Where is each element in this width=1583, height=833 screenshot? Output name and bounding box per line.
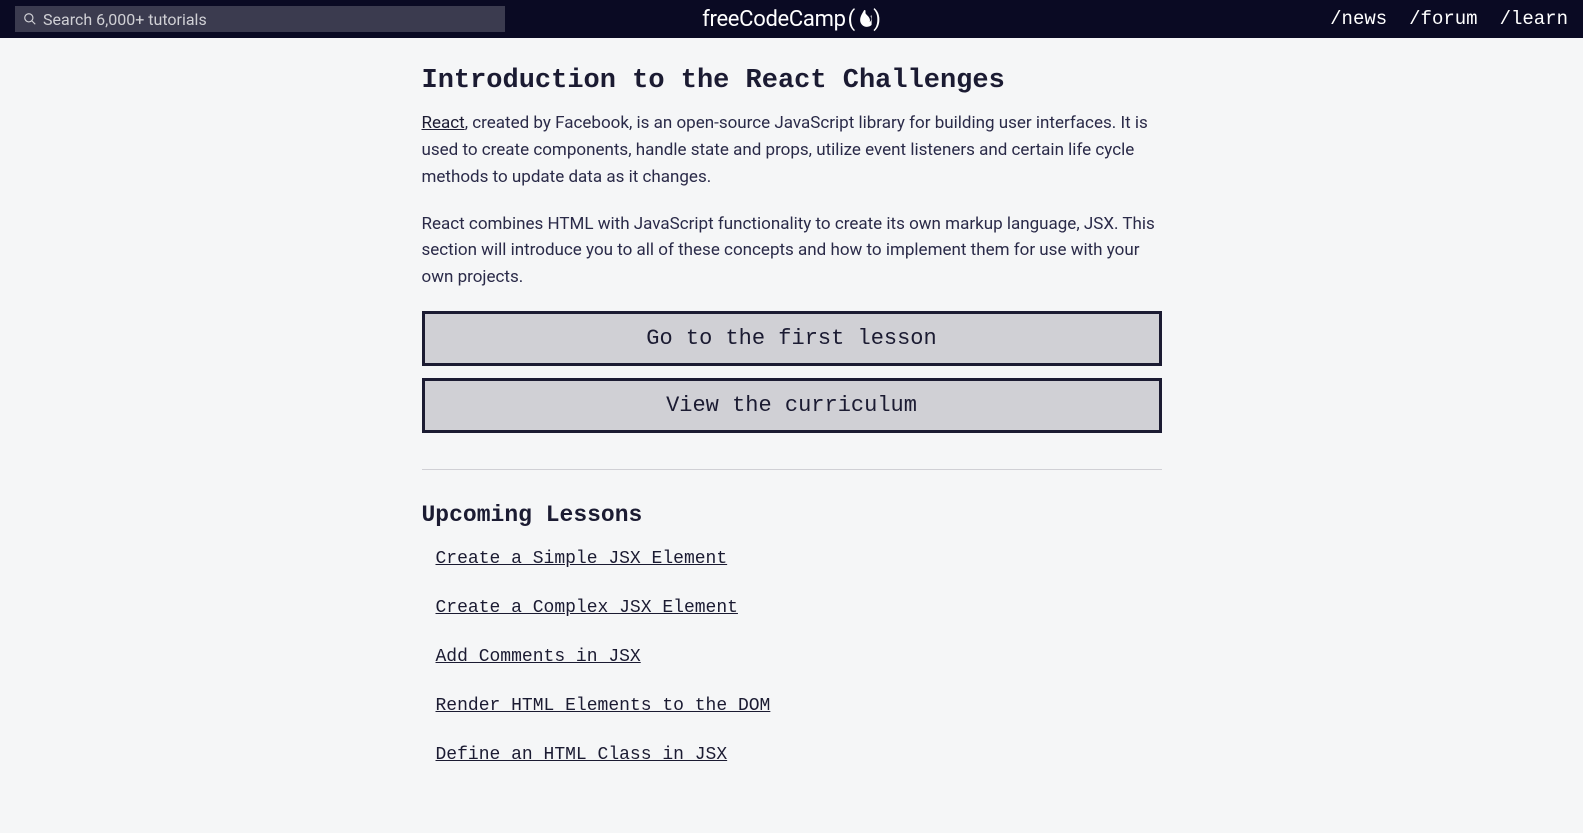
divider [422,469,1162,470]
lesson-link[interactable]: Define an HTML Class in JSX [436,745,728,765]
intro-paragraph-1: React, created by Facebook, is an open-s… [422,110,1162,191]
page-title: Introduction to the React Challenges [422,66,1162,96]
logo[interactable]: freeCodeCamp () [702,7,881,32]
list-item: Add Comments in JSX [436,646,1162,667]
search-container[interactable] [15,6,505,32]
list-item: Create a Simple JSX Element [436,548,1162,569]
lesson-link[interactable]: Create a Simple JSX Element [436,549,728,569]
nav-link-forum[interactable]: /forum [1409,8,1477,30]
lesson-link[interactable]: Create a Complex JSX Element [436,598,738,618]
logo-flame-wrap: () [848,7,881,32]
lesson-link[interactable]: Render HTML Elements to the DOM [436,696,771,716]
first-lesson-button[interactable]: Go to the first lesson [422,311,1162,366]
intro-paragraph-2: React combines HTML with JavaScript func… [422,211,1162,292]
intro-p1-rest: , created by Facebook, is an open-source… [422,113,1148,187]
list-item: Define an HTML Class in JSX [436,744,1162,765]
top-navbar: freeCodeCamp () /news /forum /learn [0,0,1583,38]
react-link[interactable]: React [422,113,465,133]
view-curriculum-button[interactable]: View the curriculum [422,378,1162,433]
nav-link-news[interactable]: /news [1330,8,1387,30]
search-input[interactable] [43,10,497,29]
nav-left [15,6,505,32]
nav-link-learn[interactable]: /learn [1500,8,1568,30]
nav-links: /news /forum /learn [1330,8,1568,30]
logo-text: freeCodeCamp [702,7,846,32]
lesson-link[interactable]: Add Comments in JSX [436,647,641,667]
search-icon [23,12,37,26]
intro-text: React, created by Facebook, is an open-s… [422,110,1162,291]
lesson-list: Create a Simple JSX Element Create a Com… [422,548,1162,765]
flame-icon [857,10,871,28]
list-item: Create a Complex JSX Element [436,597,1162,618]
upcoming-lessons-title: Upcoming Lessons [422,502,1162,528]
main-content: Introduction to the React Challenges Rea… [422,38,1162,833]
list-item: Render HTML Elements to the DOM [436,695,1162,716]
